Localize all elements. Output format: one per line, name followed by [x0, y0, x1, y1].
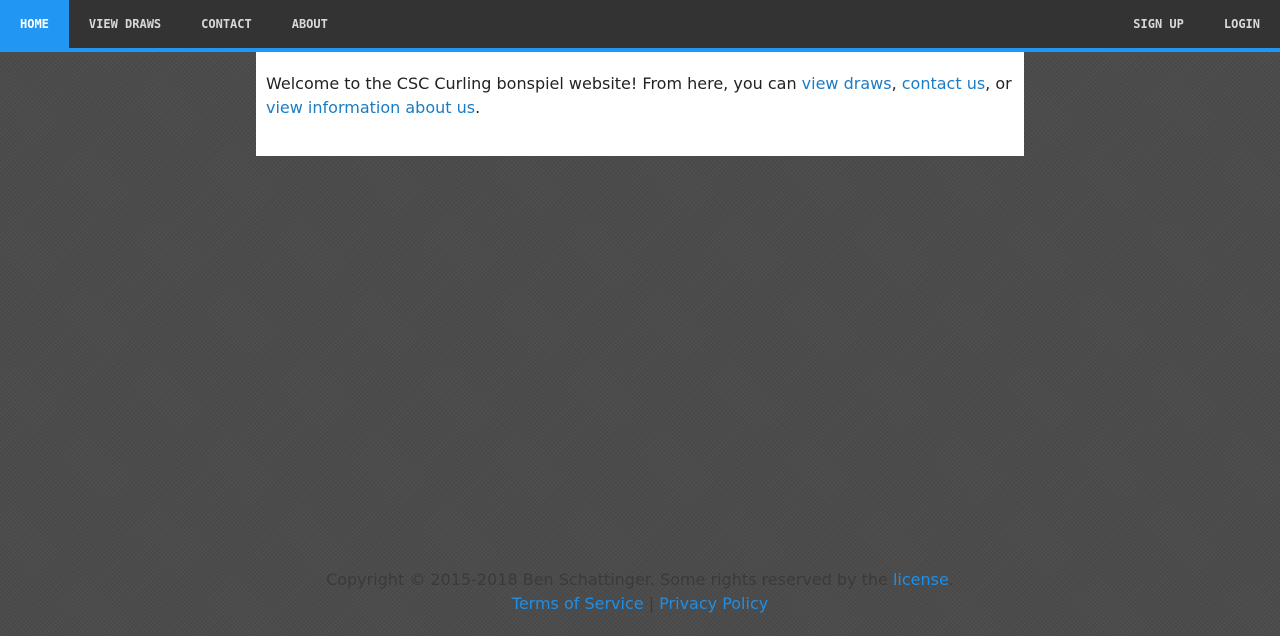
top-navbar: HOME VIEW DRAWS CONTACT ABOUT SIGN UP LO…	[0, 0, 1280, 52]
contact-us-link[interactable]: contact us	[902, 74, 985, 93]
terms-of-service-link[interactable]: Terms of Service	[512, 594, 644, 613]
nav-left-group: HOME VIEW DRAWS CONTACT ABOUT	[0, 0, 348, 48]
nav-home[interactable]: HOME	[0, 0, 69, 48]
or-text: , or	[985, 74, 1012, 93]
copyright-text: Copyright © 2015-2018 Ben Schattinger. S…	[326, 570, 893, 589]
nav-about[interactable]: ABOUT	[272, 0, 348, 48]
nav-login[interactable]: LOGIN	[1204, 0, 1280, 48]
period-text: .	[475, 98, 481, 117]
comma-text: ,	[891, 74, 902, 93]
privacy-policy-link[interactable]: Privacy Policy	[659, 594, 768, 613]
copyright-line: Copyright © 2015-2018 Ben Schattinger. S…	[0, 568, 1280, 592]
nav-view-draws[interactable]: VIEW DRAWS	[69, 0, 181, 48]
about-us-link[interactable]: view information about us	[266, 98, 475, 117]
license-link[interactable]: license	[893, 570, 949, 589]
legal-separator: |	[643, 594, 660, 613]
nav-contact[interactable]: CONTACT	[181, 0, 272, 48]
welcome-panel: Welcome to the CSC Curling bonspiel webs…	[256, 52, 1024, 156]
nav-sign-up[interactable]: SIGN UP	[1113, 0, 1204, 48]
welcome-text: Welcome to the CSC Curling bonspiel webs…	[266, 74, 802, 93]
license-period: .	[948, 570, 954, 589]
view-draws-link[interactable]: view draws	[802, 74, 892, 93]
nav-right-group: SIGN UP LOGIN	[1113, 0, 1280, 48]
page-footer: Copyright © 2015-2018 Ben Schattinger. S…	[0, 568, 1280, 616]
legal-links: Terms of Service | Privacy Policy	[0, 592, 1280, 616]
